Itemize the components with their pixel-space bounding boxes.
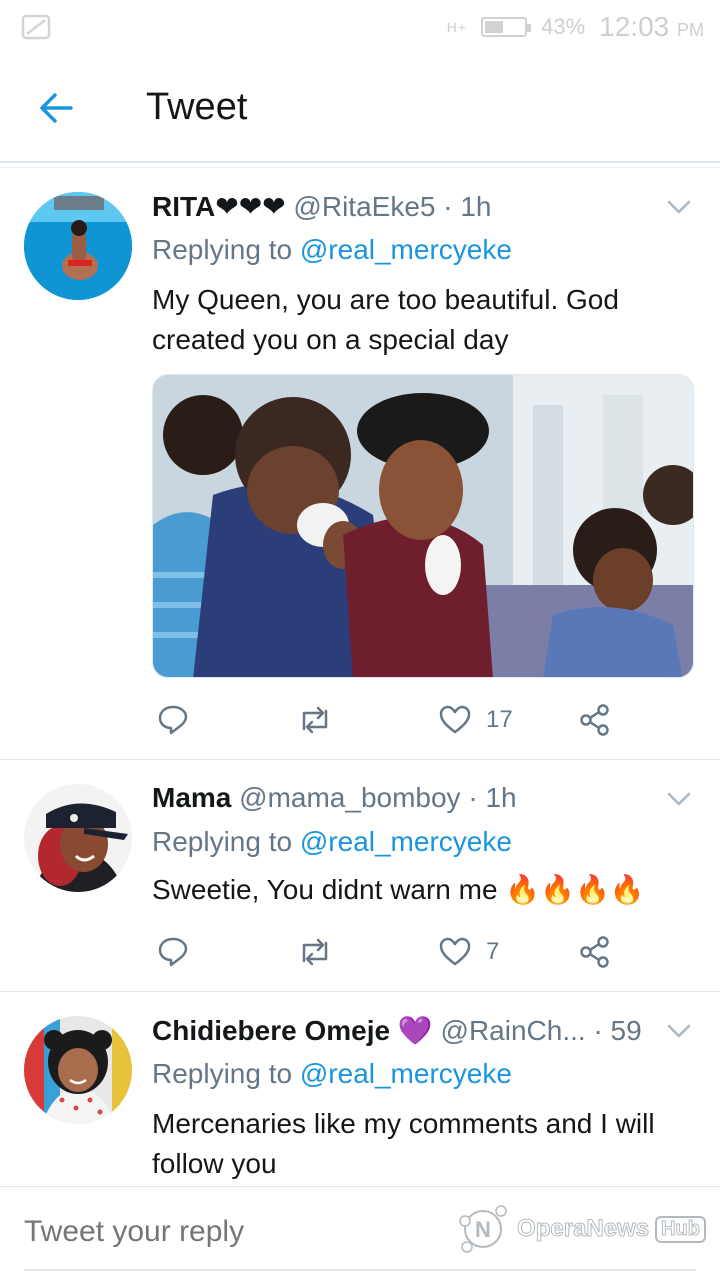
user-handle[interactable]: @RitaEke5	[293, 191, 435, 222]
chevron-down-icon[interactable]	[664, 1016, 694, 1046]
svg-text:N: N	[475, 1217, 491, 1242]
retweet-button[interactable]	[296, 700, 334, 740]
retweet-button[interactable]	[296, 932, 334, 972]
display-name[interactable]: RITA❤❤❤	[152, 191, 286, 222]
clock-ampm: PM	[677, 20, 704, 40]
tweet-header: RITA❤❤❤ @RitaEke5 · 1h	[152, 190, 492, 223]
tweet-time: · 59m	[593, 1015, 642, 1046]
user-handle[interactable]: @RainCh...	[441, 1015, 586, 1046]
replying-label: Replying to	[152, 1058, 293, 1089]
display-name[interactable]: Mama	[152, 782, 231, 813]
tweet-header: Mama @mama_bomboy · 1h	[152, 782, 517, 814]
reply-button[interactable]	[156, 700, 190, 740]
tweet-text: Mercenaries like my comments and I will …	[152, 1108, 655, 1179]
divider	[0, 162, 720, 168]
tweet[interactable]: RITA❤❤❤ @RitaEke5 · 1h Replying to @real…	[0, 170, 720, 760]
avatar[interactable]	[24, 1016, 132, 1124]
replying-label: Replying to	[152, 234, 293, 265]
share-button[interactable]	[578, 932, 612, 972]
heart-icon	[439, 937, 471, 966]
tweet-text: My Queen, you are too beautiful. God cre…	[152, 284, 619, 355]
reply-button[interactable]	[156, 932, 190, 972]
retweet-icon	[302, 938, 328, 966]
watermark-text: OperaNews	[517, 1215, 650, 1243]
user-handle[interactable]: @mama_bomboy	[239, 782, 460, 813]
arrow-left-icon	[40, 93, 73, 123]
heart-icon	[439, 705, 471, 734]
replying-to: Replying to @real_mercyeke	[152, 234, 512, 266]
share-icon	[580, 936, 609, 968]
share-icon	[580, 704, 609, 736]
share-button[interactable]	[578, 700, 612, 740]
tweet-time: · 1h	[443, 191, 492, 222]
replying-to: Replying to @real_mercyeke	[152, 1058, 512, 1090]
replying-to: Replying to @real_mercyeke	[152, 826, 512, 858]
tweet-actions: 7	[152, 932, 632, 972]
operanews-logo-icon: N	[459, 1205, 507, 1253]
chevron-down-icon[interactable]	[664, 784, 694, 814]
watermark: N OperaNews Hub	[455, 1201, 706, 1257]
watermark-hub: Hub	[655, 1215, 706, 1243]
page-title: Tweet	[146, 86, 248, 128]
tweet-time: · 1h	[468, 782, 517, 813]
replying-handle[interactable]: @real_mercyeke	[300, 826, 512, 857]
like-button[interactable]: 7	[438, 932, 499, 972]
replying-handle[interactable]: @real_mercyeke	[300, 1058, 512, 1089]
app-bar: Tweet	[0, 56, 720, 162]
avatar[interactable]	[24, 784, 132, 892]
display-name[interactable]: Chidiebere Omeje 💜	[152, 1015, 433, 1046]
tweet[interactable]: Chidiebere Omeje 💜 @RainCh... · 59m Repl…	[0, 992, 720, 1186]
battery-icon	[481, 17, 532, 37]
retweet-icon	[302, 706, 328, 734]
status-bar: H+ 43% 12:03 PM	[0, 0, 720, 56]
avatar[interactable]	[24, 192, 132, 300]
reply-bar: N OperaNews Hub	[0, 1186, 720, 1280]
replying-label: Replying to	[152, 826, 293, 857]
clock: 12:03 PM	[599, 11, 704, 43]
like-button[interactable]: 17	[438, 700, 513, 740]
battery-percent: 43%	[541, 14, 586, 39]
notification-icon	[21, 14, 51, 40]
reply-icon	[158, 705, 188, 735]
network-type: H+	[446, 19, 468, 35]
like-count: 7	[486, 938, 500, 965]
tweet-header: Chidiebere Omeje 💜 @RainCh... · 59m	[152, 1014, 642, 1047]
like-count: 17	[486, 706, 513, 733]
tweet-actions: 17	[152, 700, 632, 740]
tweet[interactable]: Mama @mama_bomboy · 1h Replying to @real…	[0, 760, 720, 992]
reply-input[interactable]	[24, 1215, 464, 1249]
back-button[interactable]	[34, 86, 78, 130]
tweet-media-image[interactable]	[152, 374, 694, 678]
chevron-down-icon[interactable]	[664, 192, 694, 222]
clock-time: 12:03	[599, 11, 670, 42]
replying-handle[interactable]: @real_mercyeke	[300, 234, 512, 265]
tweet-text: Sweetie, You didnt warn me 🔥🔥🔥🔥	[152, 874, 645, 905]
reply-input-underline	[24, 1269, 696, 1271]
reply-icon	[158, 937, 188, 967]
